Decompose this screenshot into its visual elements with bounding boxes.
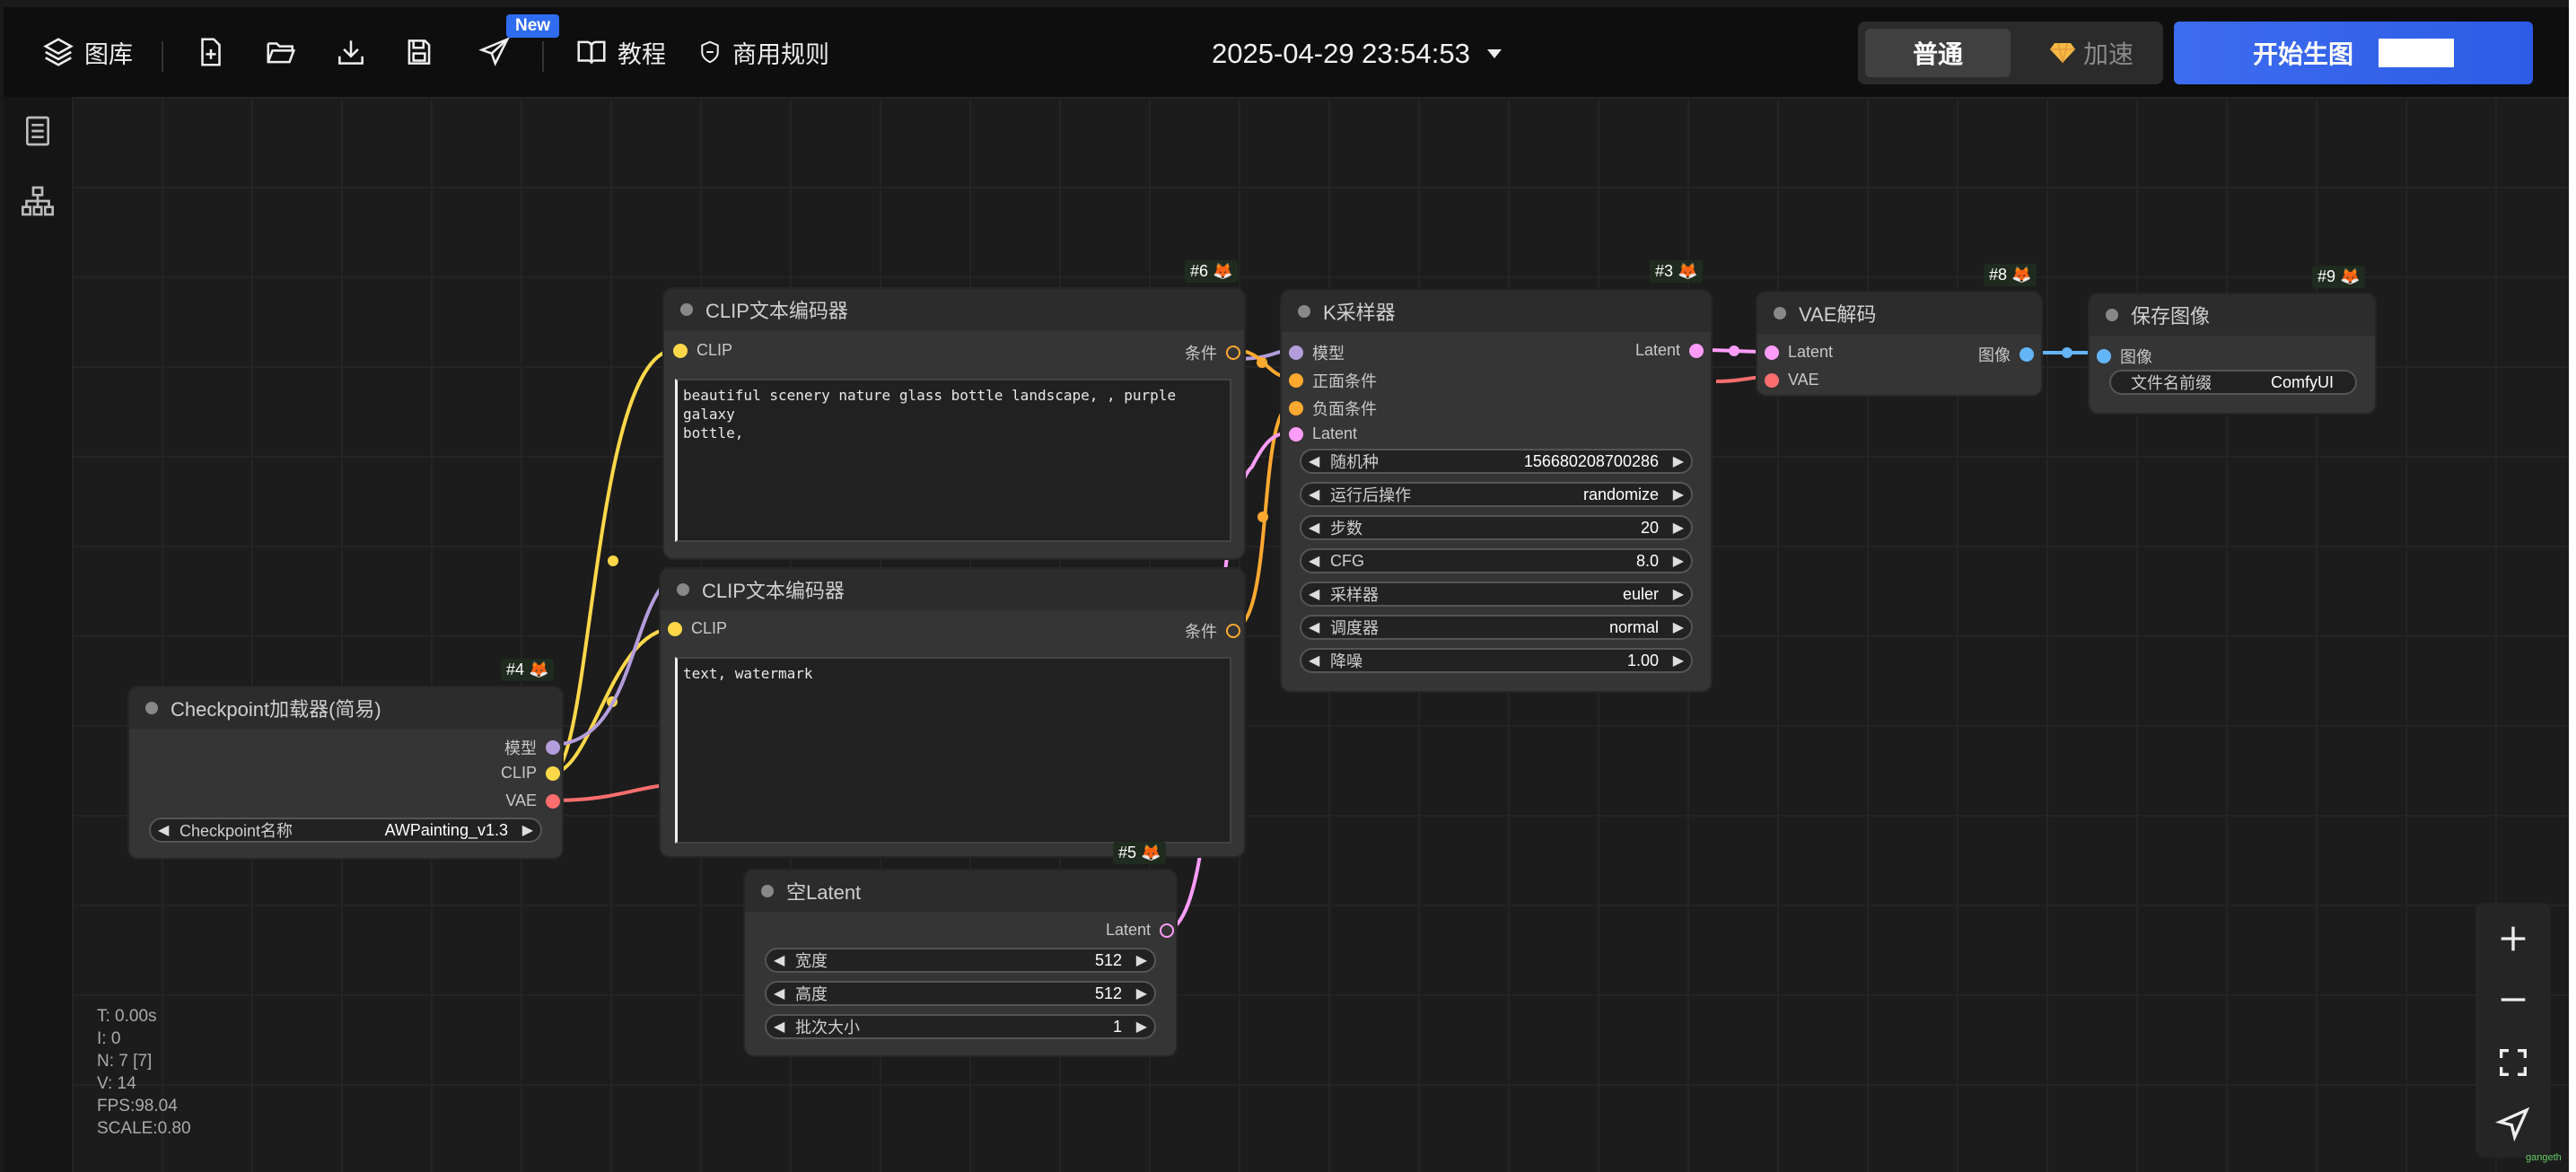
filename-prefix-widget[interactable]: 文件名前缀 ComfyUI [2109, 370, 2357, 395]
app-window: 图库 New 教程 商用规则 2025-04-29 23:54:53 普通 加速… [0, 0, 2569, 1172]
node-title[interactable]: 空Latent [745, 870, 1176, 912]
ksampler-node[interactable]: K采样器 模型 正面条件 负面条件 Latent Latent ◀ 随机种 1566… [1282, 291, 1711, 691]
output-slot-condition[interactable]: 条件 [1185, 341, 1240, 364]
collapse-dot[interactable] [2106, 309, 2118, 321]
node-title[interactable]: K采样器 [1282, 291, 1711, 332]
save-image-node[interactable]: 保存图像 图像 文件名前缀 ComfyUI [2090, 294, 2375, 413]
zoom-out-icon[interactable] [2495, 982, 2531, 1018]
link-vae-to-decoder [550, 783, 665, 802]
node-id-badge: #8 🦊 [1984, 264, 2037, 286]
output-slot-latent[interactable]: Latent [1106, 921, 1174, 940]
node-title[interactable]: CLIP文本编码器 [661, 569, 1244, 610]
link-dot [608, 555, 618, 566]
denoise-widget[interactable]: ◀ 降噪 1.00 ▶ [1300, 648, 1693, 673]
link-dot [2062, 347, 2072, 358]
output-slot-condition[interactable]: 条件 [1185, 619, 1240, 643]
node-id-badge: #9 🦊 [2312, 266, 2366, 288]
input-slot-positive[interactable]: 正面条件 [1289, 369, 1377, 392]
clip-encoder-positive-node[interactable]: CLIP文本编码器 CLIP 条件 beautiful scenery natu… [664, 289, 1244, 558]
collapse-dot[interactable] [761, 885, 774, 897]
seed-widget[interactable]: ◀ 随机种 156680208700286 ▶ [1300, 449, 1693, 474]
render-stats: T: 0.00s I: 0 N: 7 [7] V: 14 FPS:98.04 S… [97, 1005, 191, 1140]
input-slot-vae[interactable]: VAE [1765, 371, 1819, 389]
checkpoint-name-widget[interactable]: ◀ Checkpoint名称 AWPainting_v1.3 ▶ [149, 818, 542, 843]
link-dot [1257, 357, 1267, 368]
control-after-generate-widget[interactable]: ◀ 运行后操作 randomize ▶ [1300, 482, 1693, 507]
stat-iterations: I: 0 [97, 1029, 121, 1048]
locate-icon[interactable] [2495, 1106, 2531, 1141]
steps-widget[interactable]: ◀ 步数 20 ▶ [1300, 515, 1693, 540]
prompt-textarea[interactable]: text, watermark [675, 657, 1231, 844]
node-id-badge: #3 🦊 [1650, 260, 1704, 283]
cfg-widget[interactable]: ◀ CFG 8.0 ▶ [1300, 548, 1693, 573]
collapse-dot[interactable] [677, 583, 689, 596]
link-dot [1257, 512, 1268, 522]
height-widget[interactable]: ◀ 高度 512 ▶ [765, 981, 1156, 1006]
zoom-in-icon[interactable] [2495, 921, 2531, 957]
node-id-badge: #5 🦊 [1113, 842, 1167, 864]
canvas-controls [2475, 903, 2551, 1158]
watermark-text: gangeth [2526, 1152, 2562, 1163]
node-title[interactable]: 保存图像 [2090, 294, 2375, 336]
sampler-widget[interactable]: ◀ 采样器 euler ▶ [1300, 582, 1693, 607]
output-slot-model[interactable]: 模型 [504, 736, 560, 759]
input-slot-latent[interactable]: Latent [1765, 343, 1833, 362]
collapse-dot[interactable] [680, 303, 693, 316]
vae-decode-node[interactable]: VAE解码 Latent VAE 图像 [1757, 293, 2041, 395]
input-slot-clip[interactable]: CLIP [668, 619, 727, 638]
input-slot-image[interactable]: 图像 [2097, 345, 2152, 368]
stat-nodes: N: 7 [7] [97, 1052, 153, 1071]
input-slot-latent[interactable]: Latent [1289, 424, 1357, 443]
output-slot-latent[interactable]: Latent [1635, 341, 1704, 360]
stat-vertices: V: 14 [97, 1074, 136, 1093]
link-model-to-sampler [550, 582, 666, 747]
output-slot-vae[interactable]: VAE [505, 792, 560, 810]
node-id-badge: #6 🦊 [1185, 260, 1239, 283]
clip-encoder-negative-node[interactable]: CLIP文本编码器 CLIP 条件 text, watermark [661, 569, 1244, 856]
collapse-dot[interactable] [1774, 307, 1786, 319]
stat-fps: FPS:98.04 [97, 1097, 178, 1115]
node-id-badge: #4 🦊 [501, 659, 555, 681]
stat-scale: SCALE:0.80 [97, 1119, 191, 1138]
empty-latent-node[interactable]: 空Latent Latent ◀ 宽度 512 ▶ ◀ 高度 512 ▶ ◀ 批次大小 1 ▶ [745, 870, 1176, 1055]
collapse-dot[interactable] [1298, 305, 1310, 318]
node-title[interactable]: Checkpoint加载器(简易) [129, 687, 562, 729]
node-title[interactable]: VAE解码 [1757, 293, 2041, 334]
batch-size-widget[interactable]: ◀ 批次大小 1 ▶ [765, 1014, 1156, 1039]
input-slot-model[interactable]: 模型 [1289, 341, 1345, 364]
output-slot-clip[interactable]: CLIP [501, 764, 560, 783]
fit-view-icon[interactable] [2495, 1045, 2531, 1080]
link-dot [1729, 345, 1739, 356]
scheduler-widget[interactable]: ◀ 调度器 normal ▶ [1300, 615, 1693, 640]
node-title[interactable]: CLIP文本编码器 [664, 289, 1244, 330]
collapse-dot[interactable] [145, 702, 158, 714]
input-slot-clip[interactable]: CLIP [673, 341, 732, 360]
output-slot-image[interactable]: 图像 [1978, 343, 2034, 366]
prompt-textarea[interactable]: beautiful scenery nature glass bottle la… [675, 379, 1231, 542]
input-slot-negative[interactable]: 负面条件 [1289, 397, 1377, 420]
width-widget[interactable]: ◀ 宽度 512 ▶ [765, 948, 1156, 973]
checkpoint-loader-node[interactable]: Checkpoint加载器(简易) 模型 CLIP VAE ◀ Checkpoin… [129, 687, 562, 858]
stat-time: T: 0.00s [97, 1007, 157, 1026]
